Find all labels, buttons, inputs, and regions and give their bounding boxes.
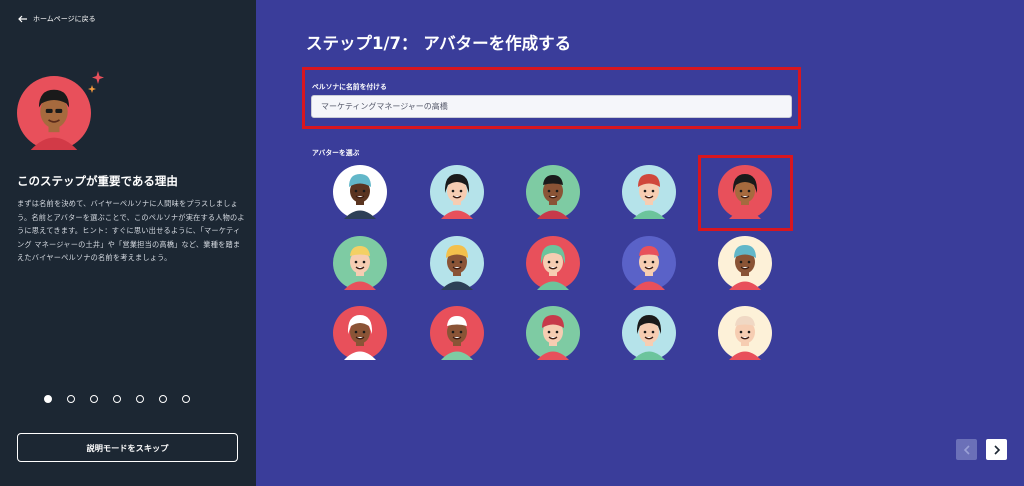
sidebar: ホームページに戻る このステップが重要である理由 まずは名前を決めて、バイヤーペ…	[0, 0, 256, 486]
hero-avatar-image	[17, 76, 91, 150]
avatar-picker-label: アバターを選ぶ	[312, 149, 360, 157]
avatar-option-redhead-man[interactable]	[622, 165, 676, 219]
avatar-option-mustache-man[interactable]	[526, 236, 580, 290]
back-link-label: ホームページに戻る	[33, 15, 96, 23]
step-dot-7[interactable]	[182, 395, 190, 403]
avatar-option-curly-hair-woman[interactable]	[526, 165, 580, 219]
name-field-label: ペルソナに名前を付ける	[312, 83, 387, 91]
step-dot-1[interactable]	[44, 395, 52, 403]
step-indicator	[44, 395, 190, 403]
chevron-left-icon	[963, 444, 970, 455]
skip-tutorial-button[interactable]: 説明モードをスキップ	[17, 433, 238, 462]
avatar-option-bald-man[interactable]	[718, 306, 772, 360]
step-dot-4[interactable]	[113, 395, 121, 403]
step-dot-2[interactable]	[67, 395, 75, 403]
back-to-home-link[interactable]: ホームページに戻る	[18, 14, 96, 24]
sparkle-icon	[88, 71, 104, 93]
avatar-option-bun-hair-woman[interactable]	[430, 165, 484, 219]
step-dot-6[interactable]	[159, 395, 167, 403]
avatar-option-white-hair-woman[interactable]	[333, 306, 387, 360]
why-title: このステップが重要である理由	[17, 174, 178, 188]
previous-step-button[interactable]	[956, 439, 977, 460]
arrow-left-icon	[18, 15, 27, 23]
why-description: まずは名前を決めて、バイヤーペルソナに人間味をプラスしましょう。名前とアバターを…	[17, 199, 245, 262]
avatar-option-goggles-man[interactable]	[718, 236, 772, 290]
avatar-option-glasses-woman[interactable]	[526, 306, 580, 360]
avatar-option-blonde-woman[interactable]	[333, 236, 387, 290]
avatar-option-red-hair-woman[interactable]	[622, 236, 676, 290]
step-dot-3[interactable]	[90, 395, 98, 403]
next-step-button[interactable]	[986, 439, 1007, 460]
selected-avatar-highlight	[698, 155, 793, 231]
step-dot-5[interactable]	[136, 395, 144, 403]
avatar-option-bearded-man[interactable]	[622, 306, 676, 360]
avatar-option-white-beard-man[interactable]	[430, 306, 484, 360]
persona-name-input[interactable]	[311, 95, 792, 118]
avatar-option-beanie-man[interactable]	[333, 165, 387, 219]
chevron-right-icon	[993, 444, 1000, 455]
page-title: ステップ1/7： アバターを作成する	[306, 34, 572, 53]
avatar-option-blonde-man[interactable]	[430, 236, 484, 290]
